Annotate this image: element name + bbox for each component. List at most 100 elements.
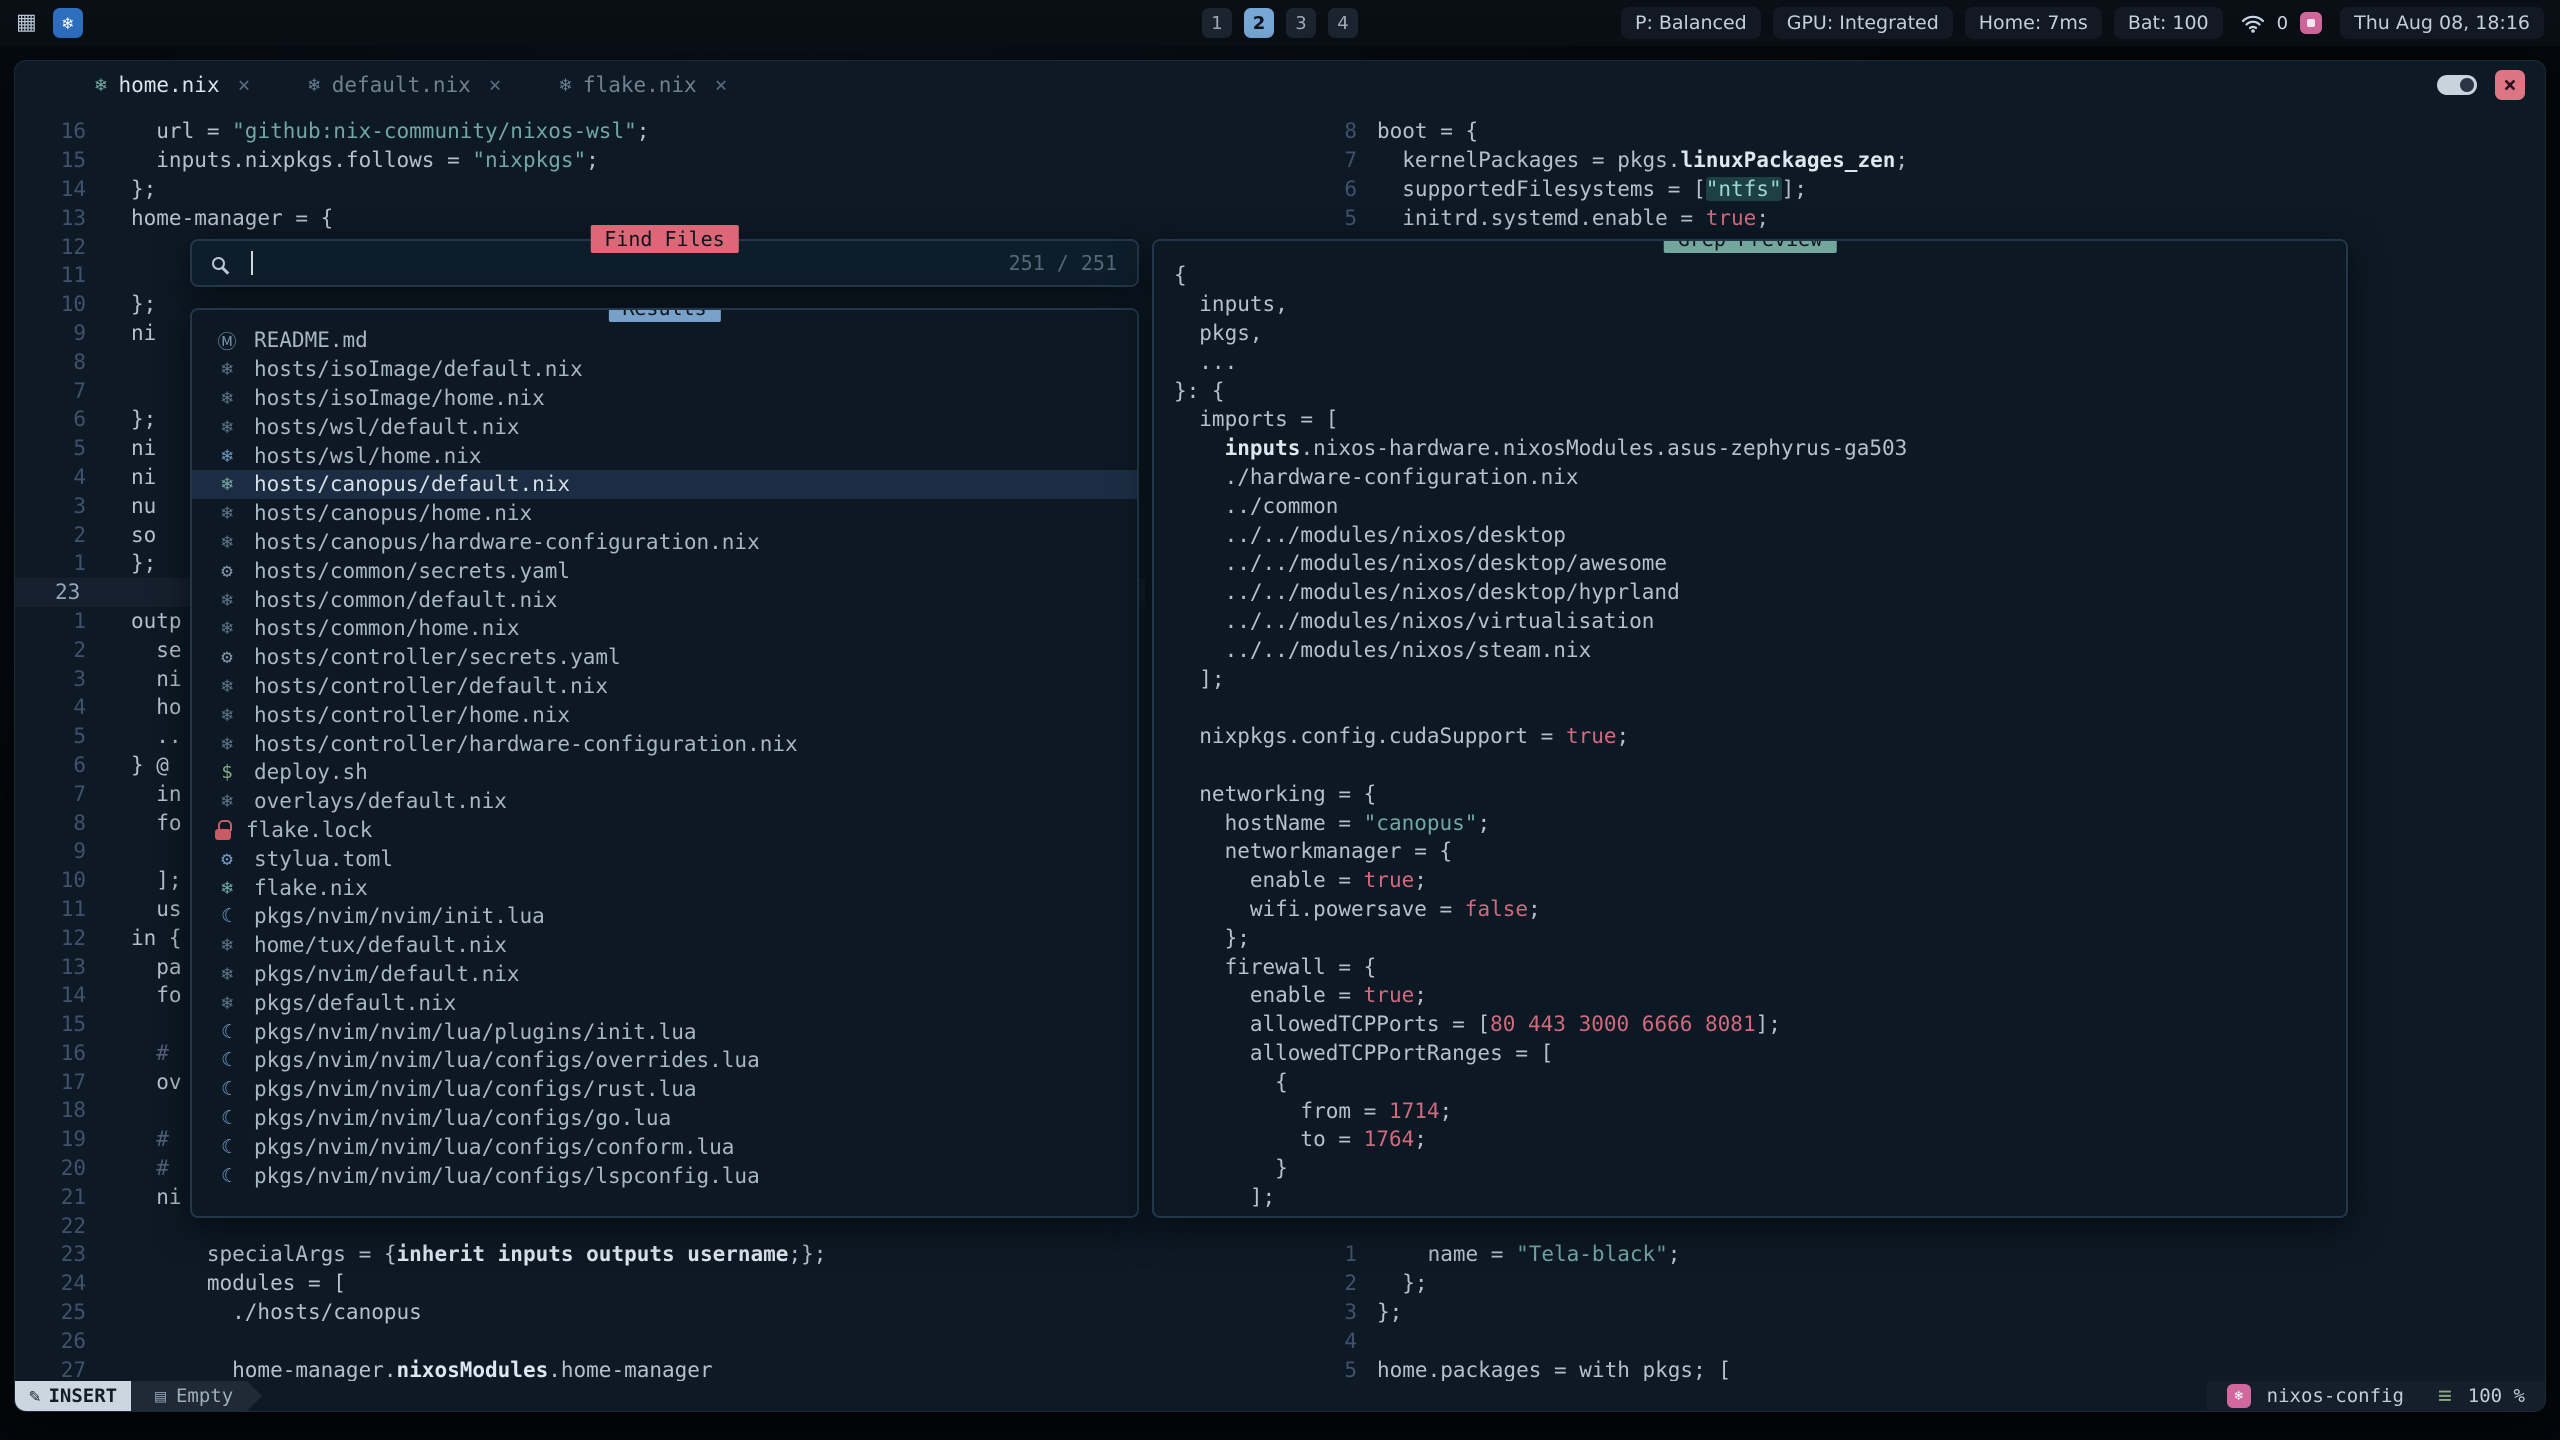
code-line[interactable]: networking = {: [1174, 779, 2346, 808]
code-line[interactable]: inputs.nixos-hardware.nixosModules.asus-…: [1174, 434, 2346, 463]
code-line[interactable]: ../../modules/nixos/virtualisation: [1174, 607, 2346, 636]
code-line[interactable]: 26: [15, 1326, 1145, 1355]
code-line[interactable]: wifi.powersave = false;: [1174, 895, 2346, 924]
code-line[interactable]: enable = true;: [1174, 981, 2346, 1010]
result-item[interactable]: ☾pkgs/nvim/nvim/lua/configs/go.lua: [192, 1104, 1137, 1133]
pane-right-bottom[interactable]: 1 name = "Tela-black";2 };3};45home.pack…: [1319, 1240, 2545, 1381]
code-line[interactable]: [1174, 693, 2346, 722]
code-line[interactable]: };: [1174, 923, 2346, 952]
result-item[interactable]: ❄hosts/controller/hardware-configuration…: [192, 729, 1137, 758]
code-line[interactable]: ../../modules/nixos/desktop/hyprland: [1174, 578, 2346, 607]
code-line[interactable]: ../common: [1174, 491, 2346, 520]
result-item[interactable]: ❄home/tux/default.nix: [192, 931, 1137, 960]
code-line[interactable]: 5 initrd.systemd.enable = true;: [1319, 203, 2545, 232]
tab-close-icon[interactable]: ×: [489, 73, 502, 97]
result-item[interactable]: $deploy.sh: [192, 758, 1137, 787]
notification-count[interactable]: 0: [2277, 13, 2288, 34]
result-item[interactable]: ❄hosts/canopus/default.nix: [192, 470, 1137, 499]
result-item[interactable]: ☾pkgs/nvim/nvim/lua/configs/overrides.lu…: [192, 1046, 1137, 1075]
workspace-2[interactable]: 2: [1244, 8, 1274, 38]
code-line[interactable]: firewall = {: [1174, 952, 2346, 981]
code-line[interactable]: 6 supportedFilesystems = ["ntfs"];: [1319, 175, 2545, 204]
battery-module[interactable]: Bat: 100: [2114, 7, 2223, 39]
result-item[interactable]: ⚙hosts/controller/secrets.yaml: [192, 643, 1137, 672]
ping-module[interactable]: Home: 7ms: [1965, 7, 2102, 39]
code-line[interactable]: enable = true;: [1174, 866, 2346, 895]
result-item[interactable]: ❄hosts/canopus/home.nix: [192, 499, 1137, 528]
screen-record-icon[interactable]: [2300, 12, 2322, 34]
code-line[interactable]: from = 1714;: [1174, 1096, 2346, 1125]
result-item[interactable]: ❄pkgs/default.nix: [192, 988, 1137, 1017]
workspace-3[interactable]: 3: [1286, 8, 1316, 38]
app-launcher-icon[interactable]: ▦: [16, 12, 37, 34]
code-line[interactable]: ];: [1174, 664, 2346, 693]
tab-home.nix[interactable]: ❄home.nix×: [79, 67, 266, 103]
code-line[interactable]: ../../modules/nixos/steam.nix: [1174, 635, 2346, 664]
tab-close-icon[interactable]: ×: [238, 73, 251, 97]
clock-module[interactable]: Thu Aug 08, 18:16: [2340, 7, 2544, 39]
result-item[interactable]: ❄hosts/wsl/home.nix: [192, 441, 1137, 470]
code-line[interactable]: 16 url = "github:nix-community/nixos-wsl…: [15, 117, 1145, 146]
code-line[interactable]: 3};: [1319, 1298, 2545, 1327]
tab-close-icon[interactable]: ×: [715, 73, 728, 97]
code-line[interactable]: 1 name = "Tela-black";: [1319, 1240, 2545, 1269]
code-line[interactable]: 5home.packages = with pkgs; [: [1319, 1355, 2545, 1381]
workspace-1[interactable]: 1: [1202, 8, 1232, 38]
code-line[interactable]: 4: [1319, 1326, 2545, 1355]
result-item[interactable]: ❄hosts/controller/home.nix: [192, 700, 1137, 729]
search-input[interactable]: [251, 251, 253, 275]
code-line[interactable]: nixpkgs.config.cudaSupport = true;: [1174, 722, 2346, 751]
gpu-module[interactable]: GPU: Integrated: [1773, 7, 1953, 39]
result-item[interactable]: ⚙stylua.toml: [192, 844, 1137, 873]
code-line[interactable]: ../../modules/nixos/desktop: [1174, 520, 2346, 549]
code-line[interactable]: 25 ./hosts/canopus: [15, 1298, 1145, 1327]
code-line[interactable]: allowedTCPPortRanges = [: [1174, 1039, 2346, 1068]
code-line[interactable]: {: [1174, 1067, 2346, 1096]
result-item[interactable]: ❄hosts/common/default.nix: [192, 585, 1137, 614]
code-line[interactable]: 8boot = {: [1319, 117, 2545, 146]
workspace-4[interactable]: 4: [1328, 8, 1358, 38]
result-item[interactable]: ❄flake.nix: [192, 873, 1137, 902]
code-line[interactable]: 2 };: [1319, 1269, 2545, 1298]
result-item[interactable]: ☾pkgs/nvim/nvim/lua/configs/rust.lua: [192, 1075, 1137, 1104]
code-line[interactable]: 15 inputs.nixpkgs.follows = "nixpkgs";: [15, 146, 1145, 175]
wifi-icon[interactable]: [2241, 14, 2265, 33]
pane-right-top[interactable]: 8boot = {7 kernelPackages = pkgs.linuxPa…: [1319, 109, 2545, 232]
result-item[interactable]: flake.lock: [192, 816, 1137, 845]
tab-default.nix[interactable]: ❄default.nix×: [292, 67, 517, 103]
code-line[interactable]: ];: [1174, 1183, 2346, 1212]
code-line[interactable]: 14};: [15, 175, 1145, 204]
result-item[interactable]: ❄pkgs/nvim/default.nix: [192, 960, 1137, 989]
result-item[interactable]: ❄hosts/isoImage/home.nix: [192, 384, 1137, 413]
result-item[interactable]: ☾pkgs/nvim/nvim/lua/configs/lspconfig.lu…: [192, 1161, 1137, 1190]
code-line[interactable]: [1174, 751, 2346, 780]
result-item[interactable]: ⚙hosts/common/secrets.yaml: [192, 556, 1137, 585]
code-line[interactable]: }: [1174, 1154, 2346, 1183]
result-item[interactable]: ⓂREADME.md: [192, 326, 1137, 355]
code-line[interactable]: networkmanager = {: [1174, 837, 2346, 866]
result-item[interactable]: ❄hosts/canopus/hardware-configuration.ni…: [192, 528, 1137, 557]
code-line[interactable]: ...: [1174, 347, 2346, 376]
result-item[interactable]: ❄hosts/common/home.nix: [192, 614, 1137, 643]
power-profile-module[interactable]: P: Balanced: [1621, 7, 1761, 39]
tab-flake.nix[interactable]: ❄flake.nix×: [543, 67, 743, 103]
code-line[interactable]: pkgs,: [1174, 319, 2346, 348]
code-line[interactable]: 27 home-manager.nixosModules.home-manage…: [15, 1355, 1145, 1381]
result-item[interactable]: ☾pkgs/nvim/nvim/lua/plugins/init.lua: [192, 1017, 1137, 1046]
code-line[interactable]: ./hardware-configuration.nix: [1174, 463, 2346, 492]
code-line[interactable]: }: {: [1174, 376, 2346, 405]
code-line[interactable]: 13home-manager = {: [15, 203, 1145, 232]
window-close-button[interactable]: ×: [2495, 70, 2525, 100]
code-line[interactable]: to = 1764;: [1174, 1125, 2346, 1154]
code-line[interactable]: 23 specialArgs = {inherit inputs outputs…: [15, 1240, 1145, 1269]
theme-toggle[interactable]: [2437, 75, 2477, 95]
result-item[interactable]: ❄hosts/wsl/default.nix: [192, 412, 1137, 441]
nix-app-icon[interactable]: ❄: [53, 8, 83, 38]
code-line[interactable]: ../../modules/nixos/desktop/awesome: [1174, 549, 2346, 578]
code-line[interactable]: hostName = "canopus";: [1174, 808, 2346, 837]
result-item[interactable]: ❄overlays/default.nix: [192, 787, 1137, 816]
result-item[interactable]: ❄hosts/controller/default.nix: [192, 672, 1137, 701]
result-item[interactable]: ☾pkgs/nvim/nvim/init.lua: [192, 902, 1137, 931]
code-line[interactable]: inputs,: [1174, 290, 2346, 319]
result-item[interactable]: ❄hosts/isoImage/default.nix: [192, 355, 1137, 384]
